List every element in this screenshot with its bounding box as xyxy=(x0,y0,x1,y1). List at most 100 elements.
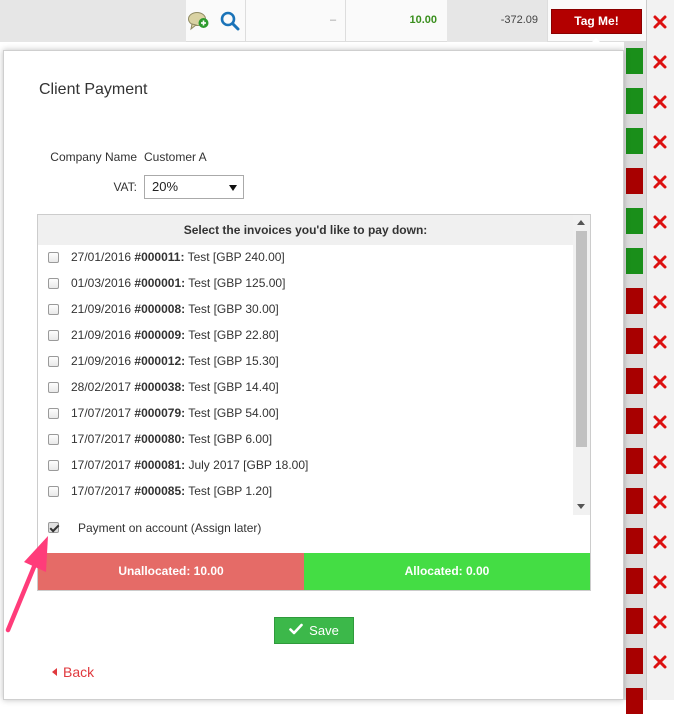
delete-icon[interactable] xyxy=(652,94,668,110)
delete-icon[interactable] xyxy=(652,654,668,670)
invoice-description: Test [GBP 15.30] xyxy=(188,354,279,368)
invoice-checkbox[interactable] xyxy=(48,356,59,367)
status-indicator xyxy=(626,88,643,114)
company-name-value: Customer A xyxy=(144,150,207,164)
invoice-description: Test [GBP 14.40] xyxy=(188,380,279,394)
invoice-number: #000038: xyxy=(134,380,186,394)
status-indicator xyxy=(626,528,643,554)
delete-icon[interactable] xyxy=(652,134,668,150)
invoice-date: 21/09/2016 xyxy=(71,354,132,368)
invoice-label: 21/09/2016 #000012: Test [GBP 15.30] xyxy=(71,354,279,368)
invoice-description: Test [GBP 22.80] xyxy=(188,328,279,342)
delete-icon[interactable] xyxy=(652,174,668,190)
delete-icon[interactable] xyxy=(652,494,668,510)
invoice-description: Test [GBP 6.00] xyxy=(188,432,273,446)
invoice-description: Test [GBP 125.00] xyxy=(188,276,286,290)
add-note-icon[interactable] xyxy=(188,11,210,31)
vat-label: VAT: xyxy=(113,180,137,194)
check-icon xyxy=(289,618,303,643)
invoice-description: July 2017 [GBP 18.00] xyxy=(188,458,309,472)
delete-icon[interactable] xyxy=(652,254,668,270)
invoice-description: Test [GBP 30.00] xyxy=(188,302,279,316)
invoice-checkbox[interactable] xyxy=(48,304,59,315)
modal-title: Client Payment xyxy=(39,81,148,98)
invoice-label: 01/03/2016 #000001: Test [GBP 125.00] xyxy=(71,276,285,290)
status-indicator xyxy=(626,648,643,674)
placeholder-dash: – xyxy=(330,14,337,26)
invoice-date: 17/07/2017 xyxy=(71,458,132,472)
chevron-down-icon xyxy=(229,185,237,191)
invoice-description: Test [GBP 54.00] xyxy=(188,406,279,420)
delete-icon[interactable] xyxy=(652,14,668,30)
scroll-down-arrow-icon[interactable] xyxy=(577,504,585,509)
status-indicator xyxy=(626,168,643,194)
invoice-row: 21/09/2016 #000012: Test [GBP 15.30] xyxy=(38,349,573,375)
invoice-row: 17/07/2017 #000080: Test [GBP 6.00] xyxy=(38,427,573,453)
invoice-number: #000008: xyxy=(134,302,186,316)
caret-left-icon xyxy=(52,667,57,676)
search-icon[interactable] xyxy=(220,11,240,31)
invoice-label: 17/07/2017 #000085: Test [GBP 1.20] xyxy=(71,484,272,498)
status-indicator xyxy=(626,48,643,74)
delete-icon[interactable] xyxy=(652,294,668,310)
scroll-thumb[interactable] xyxy=(576,231,587,447)
delete-icon[interactable] xyxy=(652,614,668,630)
delete-icon[interactable] xyxy=(652,574,668,590)
delete-icon[interactable] xyxy=(652,334,668,350)
invoice-scrollbar[interactable] xyxy=(573,215,590,515)
status-indicator xyxy=(626,248,643,274)
invoice-checkbox[interactable] xyxy=(48,330,59,341)
invoice-date: 21/09/2016 xyxy=(71,328,132,342)
invoice-checkbox[interactable] xyxy=(48,408,59,419)
scroll-up-arrow-icon[interactable] xyxy=(577,220,585,225)
company-name-label: Company Name xyxy=(50,150,137,164)
tag-me-button[interactable]: Tag Me! xyxy=(551,9,642,34)
amount-cell: 10.00 xyxy=(409,14,437,26)
invoice-checkbox[interactable] xyxy=(48,252,59,263)
invoice-checkbox[interactable] xyxy=(48,434,59,445)
invoice-row: 17/07/2017 #000085: Test [GBP 1.20] xyxy=(38,479,573,505)
vat-selected-value: 20% xyxy=(152,179,179,194)
status-indicator xyxy=(626,328,643,354)
payment-on-account-row: Payment on account (Assign later) xyxy=(38,515,573,541)
invoice-date: 28/02/2017 xyxy=(71,380,132,394)
invoice-number: #000012: xyxy=(134,354,186,368)
save-button[interactable]: Save xyxy=(274,617,354,644)
save-label: Save xyxy=(309,623,339,638)
status-indicator xyxy=(626,128,643,154)
payment-on-account-label: Payment on account (Assign later) xyxy=(78,521,262,535)
delete-icon[interactable] xyxy=(652,414,668,430)
status-indicator xyxy=(626,608,643,634)
invoice-number: #000080: xyxy=(134,432,186,446)
invoice-checkbox[interactable] xyxy=(48,382,59,393)
delete-icon[interactable] xyxy=(652,214,668,230)
delete-icon[interactable] xyxy=(652,54,668,70)
invoice-label: 27/01/2016 #000011: Test [GBP 240.00] xyxy=(71,250,285,264)
invoice-row: 21/09/2016 #000008: Test [GBP 30.00] xyxy=(38,297,573,323)
invoice-checkbox[interactable] xyxy=(48,278,59,289)
invoice-label: 17/07/2017 #000081: July 2017 [GBP 18.00… xyxy=(71,458,308,472)
invoice-number: #000009: xyxy=(134,328,186,342)
vat-select[interactable]: 20% xyxy=(144,175,244,199)
invoice-checkbox[interactable] xyxy=(48,486,59,497)
invoice-list: 27/01/2016 #000011: Test [GBP 240.00] 01/… xyxy=(38,245,573,515)
allocated-total: Allocated: 0.00 xyxy=(304,553,590,590)
status-indicator xyxy=(626,408,643,434)
status-indicator xyxy=(626,448,643,474)
invoice-checkbox[interactable] xyxy=(48,460,59,471)
back-link[interactable]: Back xyxy=(52,664,94,680)
status-indicator xyxy=(626,208,643,234)
client-payment-modal: Client Payment Company Name Customer A V… xyxy=(3,50,624,700)
delete-icon[interactable] xyxy=(652,374,668,390)
status-indicator xyxy=(626,368,643,394)
back-label: Back xyxy=(63,664,95,680)
invoice-label: 28/02/2017 #000038: Test [GBP 14.40] xyxy=(71,380,279,394)
annotation-arrow-icon xyxy=(5,536,48,633)
invoice-date: 21/09/2016 xyxy=(71,302,132,316)
allocation-bar: Unallocated: 10.00 Allocated: 0.00 xyxy=(38,553,590,590)
invoice-number: #000001: xyxy=(134,276,186,290)
invoice-description: Test [GBP 240.00] xyxy=(187,250,285,264)
invoice-row: 17/07/2017 #000081: July 2017 [GBP 18.00… xyxy=(38,453,573,479)
delete-icon[interactable] xyxy=(652,534,668,550)
delete-icon[interactable] xyxy=(652,454,668,470)
